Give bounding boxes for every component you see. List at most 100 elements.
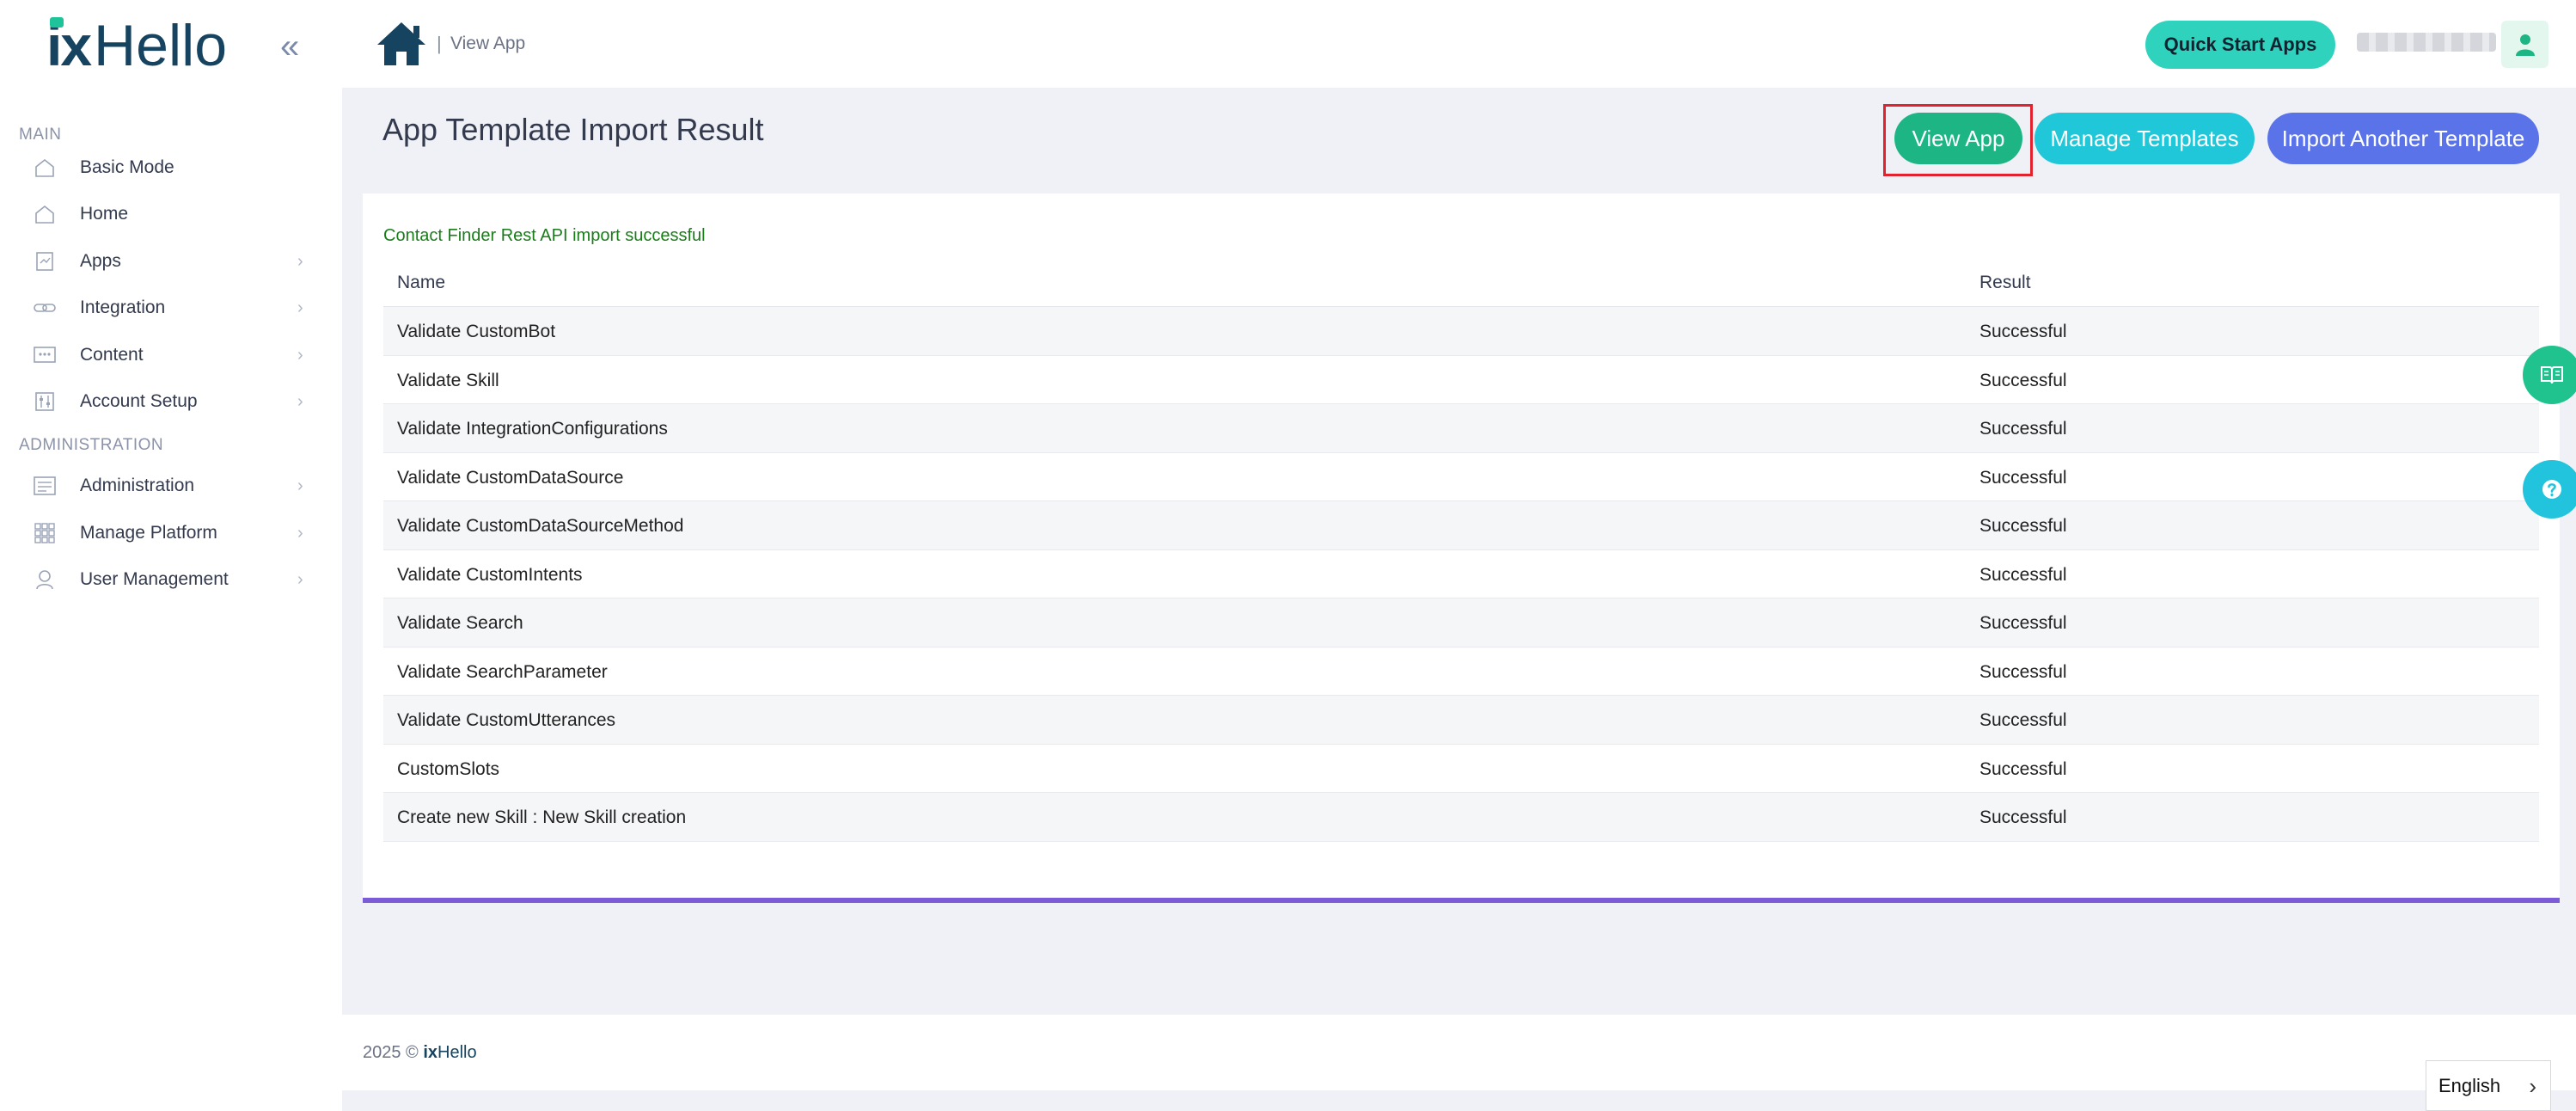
cell-result: Successful [1979, 516, 2067, 536]
sidebar-item-integration[interactable]: Integration › [0, 286, 342, 329]
copyright-text: 2025 © [363, 1043, 419, 1062]
sidebar-item-label: User Management [80, 569, 229, 589]
apps-icon [33, 249, 57, 273]
language-selector[interactable]: English › [2426, 1060, 2551, 1111]
section-label-administration: ADMINISTRATION [19, 436, 164, 454]
manage-templates-button[interactable]: Manage Templates [2034, 113, 2255, 164]
sidebar-item-account-setup[interactable]: Account Setup › [0, 380, 342, 423]
table-row: Validate Search Successful [383, 598, 2539, 648]
cell-name: Validate CustomIntents [397, 564, 583, 585]
user-icon [33, 568, 57, 592]
footer-copyright: 2025 © ixHello [363, 1043, 477, 1063]
logo-ix: ix [46, 14, 92, 77]
sidebar-item-manage-platform[interactable]: Manage Platform › [0, 512, 342, 555]
cell-name: Validate Search [397, 613, 523, 633]
footer: 2025 © ixHello [342, 1015, 2576, 1090]
sidebar-item-label: Basic Mode [80, 157, 174, 177]
column-header-name: Name [397, 273, 446, 292]
cell-name: Validate CustomDataSource [397, 467, 624, 488]
chevron-right-icon: › [297, 345, 303, 365]
sidebar-item-administration[interactable]: Administration › [0, 464, 342, 507]
cell-name: Validate Skill [397, 370, 499, 390]
sidebar-item-label: Home [80, 204, 129, 224]
cell-result: Successful [1979, 661, 2067, 682]
user-icon [2515, 34, 2535, 56]
table-row: Validate Skill Successful [383, 356, 2539, 404]
import-another-template-button[interactable]: Import Another Template [2267, 113, 2539, 164]
chevron-right-icon: › [297, 569, 303, 589]
ixhello-logo[interactable]: ix Hello [46, 15, 227, 76]
sidebar-item-label: Account Setup [80, 391, 198, 411]
cell-name: Validate CustomBot [397, 322, 556, 341]
sidebar-item-label: Content [80, 345, 144, 365]
user-name-blurred[interactable] [2357, 33, 2496, 52]
breadcrumb-separator: | [437, 33, 442, 54]
success-message: Contact Finder Rest API import successfu… [383, 226, 706, 245]
logo-hello: Hello [94, 13, 228, 78]
avatar[interactable] [2501, 21, 2548, 68]
table-row: Validate CustomDataSourceMethod Successfu… [383, 501, 2539, 550]
sidebar-item-label: Manage Platform [80, 523, 217, 543]
sidebar-item-label: Apps [80, 251, 121, 271]
table-row: Validate IntegrationConfigurations Succes… [383, 404, 2539, 453]
cell-result: Successful [1979, 564, 2067, 585]
sidebar: ix Hello « MAIN Basic Mode Home Apps › I… [0, 0, 342, 1111]
sidebar-item-content[interactable]: Content › [0, 334, 342, 377]
sidebar-item-label: Integration [80, 298, 166, 317]
chevron-right-icon: › [297, 391, 303, 411]
settings-sliders-icon [33, 390, 57, 414]
cell-result: Successful [1979, 807, 2067, 827]
cell-name: Validate CustomDataSourceMethod [397, 516, 684, 536]
grid-icon [33, 521, 57, 545]
table-row: Validate SearchParameter Successful [383, 648, 2539, 696]
cell-result: Successful [1979, 419, 2067, 439]
help-icon[interactable] [2523, 460, 2576, 519]
quick-start-apps-button[interactable]: Quick Start Apps [2145, 21, 2335, 69]
section-label-main: MAIN [19, 126, 62, 144]
import-result-card: Contact Finder Rest API import successfu… [363, 193, 2560, 903]
chevron-right-icon: › [297, 523, 303, 543]
sidebar-item-home[interactable]: Home [0, 193, 342, 236]
cell-name: Create new Skill : New Skill creation [397, 807, 687, 827]
link-icon [33, 296, 57, 320]
column-header-result: Result [1979, 273, 2031, 292]
home-outline-icon [33, 202, 57, 226]
chevron-right-icon: › [2529, 1073, 2536, 1099]
cell-result: Successful [1979, 370, 2067, 390]
cell-result: Successful [1979, 467, 2067, 488]
cell-result: Successful [1979, 613, 2067, 633]
chevron-right-icon: › [297, 298, 303, 317]
table-row: Validate CustomBot Successful [383, 307, 2539, 356]
table-row: Validate CustomDataSource Successful [383, 453, 2539, 501]
language-selected: English [2438, 1074, 2501, 1096]
cell-name: Validate IntegrationConfigurations [397, 419, 668, 439]
admin-icon [33, 474, 57, 498]
table-row: Validate CustomIntents Successful [383, 550, 2539, 598]
home-outline-icon [33, 156, 57, 180]
chevron-right-icon: › [297, 251, 303, 271]
cell-name: Validate SearchParameter [397, 661, 608, 682]
home-icon[interactable] [376, 21, 427, 67]
collapse-sidebar-icon[interactable]: « [280, 29, 299, 64]
result-table: Name Result Validate CustomBot Successful… [383, 255, 2539, 842]
cell-name: CustomSlots [397, 758, 500, 779]
cell-result: Successful [1979, 758, 2067, 779]
table-row: Create new Skill : New Skill creation Suc… [383, 793, 2539, 842]
content-icon [33, 343, 57, 367]
cell-name: Validate CustomUtterances [397, 710, 616, 730]
breadcrumb: View App [450, 34, 526, 53]
page-title: App Template Import Result [382, 112, 764, 147]
chevron-right-icon: › [297, 476, 303, 495]
table-row: CustomSlots Successful [383, 745, 2539, 793]
book-icon[interactable] [2523, 346, 2576, 404]
sidebar-item-label: Administration [80, 476, 195, 495]
table-row: Validate CustomUtterances Successful [383, 696, 2539, 745]
sidebar-item-basic-mode[interactable]: Basic Mode [0, 146, 342, 189]
table-header: Name Result [383, 255, 2539, 307]
sidebar-item-user-management[interactable]: User Management › [0, 558, 342, 601]
cell-result: Successful [1979, 710, 2067, 730]
view-app-button[interactable]: View App [1894, 113, 2022, 164]
footer-logo: ixHello [423, 1043, 477, 1062]
cell-result: Successful [1979, 322, 2067, 341]
sidebar-item-apps[interactable]: Apps › [0, 240, 342, 283]
